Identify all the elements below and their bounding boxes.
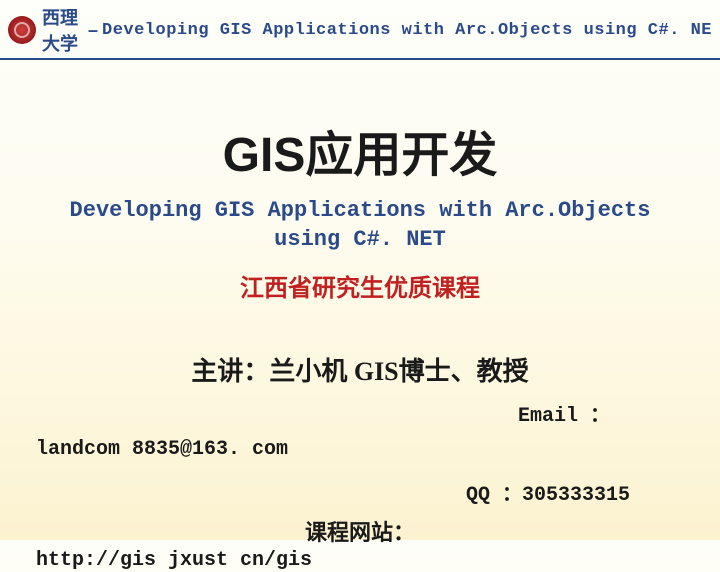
lecturer-line: 主讲：兰小机 GIS博士、教授	[0, 351, 720, 388]
website-label: 课程网站：	[0, 515, 720, 547]
qq-line: QQ ：305333315	[0, 477, 720, 507]
course-tag: 江西省研究生优质课程	[0, 268, 720, 303]
header-bar: 西理 大学 – Developing GIS Applications with…	[0, 0, 720, 60]
header-separator: –	[88, 20, 98, 41]
email-label: Email ：	[0, 398, 720, 428]
email-value: landcom 8835@163. com	[0, 438, 720, 461]
website-url: http://gis jxust cn/gis	[0, 549, 720, 572]
header-subtitle: Developing GIS Applications with Arc.Obj…	[102, 21, 712, 40]
subtitle: Developing GIS Applications with Arc.Obj…	[0, 197, 720, 254]
university-logo-icon	[8, 16, 36, 44]
university-name: 西理 大学	[42, 4, 84, 56]
main-title: GIS应用开发	[0, 115, 720, 185]
